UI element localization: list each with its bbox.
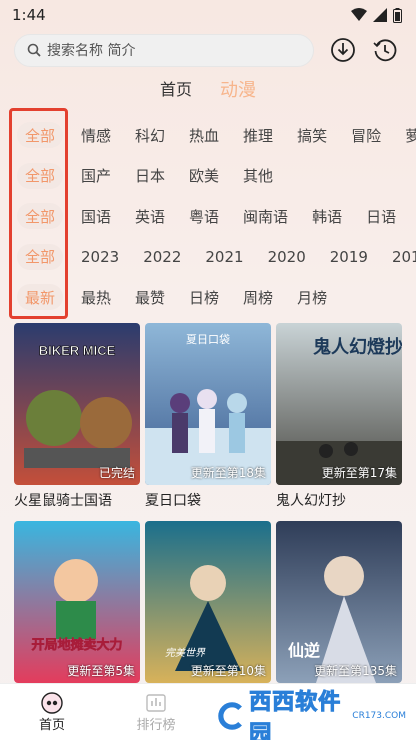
poster-art: 仙逆: [276, 521, 402, 683]
filter-option[interactable]: 韩语: [312, 206, 342, 227]
episode-badge: 更新至第17集: [321, 466, 397, 480]
status-time: 1:44: [12, 6, 46, 24]
video-poster[interactable]: 仙逆 更新至第135集: [276, 521, 402, 683]
tab-anime[interactable]: 动漫: [220, 76, 256, 104]
filter-option[interactable]: 2022: [143, 248, 181, 266]
filter-option[interactable]: 科幻: [135, 125, 165, 146]
episode-badge: 更新至第10集: [190, 664, 266, 678]
poster-art: 夏日口袋: [145, 323, 271, 485]
episode-badge: 更新至第5集: [67, 664, 135, 678]
nav-ranking[interactable]: 排行榜: [104, 684, 208, 740]
filter-option[interactable]: 国语: [81, 206, 111, 227]
filter-row-sort: 最新 最热 最赞 日榜 周榜 月榜: [0, 277, 416, 318]
poster-title: 夏日口袋: [186, 332, 230, 346]
filter-row-region: 全部 国产 日本 欧美 其他: [0, 156, 416, 197]
top-row: 搜索名称 简介: [14, 33, 406, 67]
wifi-icon: [351, 8, 367, 21]
watermark-text: 西西软件园: [249, 690, 342, 740]
video-card[interactable]: 鬼人幻燈抄 更新至第17集 鬼人幻灯抄: [276, 323, 402, 521]
filter-option[interactable]: 日本: [135, 165, 165, 186]
video-title[interactable]: 鬼人幻灯抄: [276, 490, 402, 510]
video-poster[interactable]: 开局地摊卖大力 更新至第5集: [14, 521, 140, 683]
poster-art: 完美世界: [145, 521, 271, 683]
ranking-icon: [146, 694, 166, 712]
filter-option[interactable]: 搞笑: [297, 125, 327, 146]
filter-option[interactable]: 欧美: [189, 165, 219, 186]
filter-option[interactable]: 2018: [392, 248, 416, 266]
video-title[interactable]: 夏日口袋: [145, 490, 271, 510]
filter-all-language[interactable]: 全部: [17, 203, 63, 230]
filter-panel: 全部 情感 科幻 热血 推理 搞笑 冒险 萝 全部 国产 日本 欧美 其他 全部…: [0, 115, 416, 318]
filter-option[interactable]: 国产: [81, 165, 111, 186]
filter-option[interactable]: 情感: [81, 125, 111, 146]
filter-option[interactable]: 月榜: [297, 287, 327, 308]
video-grid: BIKER MICE 已完结 火星鼠骑士国语 夏日口袋 更新至第18集 夏日口袋: [14, 323, 404, 719]
filter-option[interactable]: 日榜: [189, 287, 219, 308]
filter-option[interactable]: 闽南语: [243, 206, 288, 227]
watermark-c-icon: [218, 702, 242, 730]
poster-title: 仙逆: [288, 641, 320, 660]
video-card[interactable]: BIKER MICE 已完结 火星鼠骑士国语: [14, 323, 140, 521]
nav-home[interactable]: 首页: [0, 684, 104, 740]
watermark-logo: 西西软件园 CR173.COM: [216, 690, 406, 740]
video-poster[interactable]: 完美世界 更新至第10集: [145, 521, 271, 683]
filter-option[interactable]: 2023: [81, 248, 119, 266]
filter-option[interactable]: 萝: [405, 125, 416, 146]
filter-all-year[interactable]: 全部: [17, 243, 63, 270]
poster-art: 鬼人幻燈抄: [276, 323, 402, 485]
video-poster[interactable]: BIKER MICE 已完结: [14, 323, 140, 485]
status-bar: 1:44: [0, 0, 416, 30]
video-poster[interactable]: 夏日口袋 更新至第18集: [145, 323, 271, 485]
search-placeholder: 搜索名称 简介: [47, 43, 136, 59]
filter-option[interactable]: 其他: [243, 165, 273, 186]
episode-badge: 已完结: [98, 466, 135, 480]
search-icon: [27, 43, 41, 57]
poster-title: 完美世界: [165, 647, 206, 659]
poster-art: 开局地摊卖大力: [14, 521, 140, 683]
poster-art: BIKER MICE: [14, 323, 140, 485]
signal-icon: [373, 8, 387, 22]
section-tabs: 首页 动漫: [0, 76, 416, 104]
filter-sort-newest[interactable]: 最新: [17, 284, 63, 311]
filter-option[interactable]: 冒险: [351, 125, 381, 146]
filter-row-genre: 全部 情感 科幻 热血 推理 搞笑 冒险 萝: [0, 115, 416, 156]
filter-option[interactable]: 推理: [243, 125, 273, 146]
filter-row-language: 全部 国语 英语 粤语 闽南语 韩语 日语: [0, 196, 416, 237]
history-button[interactable]: [372, 37, 398, 63]
filter-option[interactable]: 最赞: [135, 287, 165, 308]
battery-icon: [393, 7, 402, 23]
history-icon: [373, 39, 397, 62]
video-card[interactable]: 夏日口袋 更新至第18集 夏日口袋: [145, 323, 271, 521]
filter-option[interactable]: 2020: [268, 248, 306, 266]
filter-option[interactable]: 2021: [205, 248, 243, 266]
status-icons: [351, 7, 402, 23]
episode-badge: 更新至第135集: [314, 664, 397, 678]
filter-option[interactable]: 粤语: [189, 206, 219, 227]
poster-title: 开局地摊卖大力: [31, 637, 122, 653]
video-title[interactable]: 火星鼠骑士国语: [14, 490, 140, 510]
search-input[interactable]: 搜索名称 简介: [14, 33, 314, 67]
filter-option[interactable]: 日语: [366, 206, 396, 227]
filter-option[interactable]: 最热: [81, 287, 111, 308]
poster-title: BIKER MICE: [39, 343, 116, 358]
filter-all-genre[interactable]: 全部: [17, 122, 63, 149]
home-icon: [41, 692, 63, 714]
episode-badge: 更新至第18集: [190, 466, 266, 480]
filter-option[interactable]: 2019: [330, 248, 368, 266]
filter-option[interactable]: 周榜: [243, 287, 273, 308]
filter-option[interactable]: 英语: [135, 206, 165, 227]
filter-option[interactable]: 热血: [189, 125, 219, 146]
poster-title: 鬼人幻燈抄: [313, 336, 402, 358]
tab-home[interactable]: 首页: [160, 76, 192, 104]
download-icon: [331, 38, 355, 62]
video-poster[interactable]: 鬼人幻燈抄 更新至第17集: [276, 323, 402, 485]
filter-all-region[interactable]: 全部: [17, 162, 63, 189]
watermark-sub: CR173.COM: [352, 711, 406, 721]
nav-home-label: 首页: [38, 718, 65, 733]
nav-ranking-label: 排行榜: [136, 718, 176, 733]
download-button[interactable]: [330, 37, 356, 63]
filter-row-year: 全部 2023 2022 2021 2020 2019 2018: [0, 237, 416, 278]
